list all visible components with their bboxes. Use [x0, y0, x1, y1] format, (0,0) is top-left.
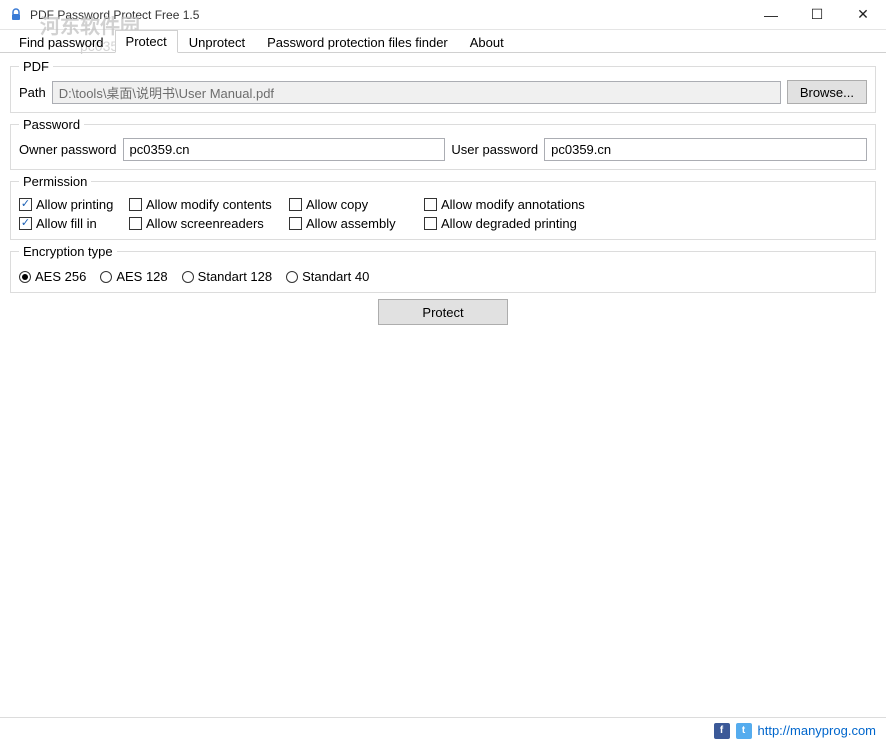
checkbox-allow-modify-annotations[interactable]: Allow modify annotations	[424, 197, 644, 212]
check-icon	[19, 217, 32, 230]
check-icon	[19, 198, 32, 211]
user-password-input[interactable]	[544, 138, 867, 161]
pdf-group: PDF Path Browse...	[10, 59, 876, 113]
checkbox-allow-copy[interactable]: Allow copy	[289, 197, 424, 212]
tab-about[interactable]: About	[459, 31, 515, 53]
permission-group: Permission Allow printing Allow modify c…	[10, 174, 876, 240]
window-title: PDF Password Protect Free 1.5	[30, 8, 748, 22]
radio-aes-256[interactable]: AES 256	[19, 269, 86, 284]
radio-icon	[286, 271, 298, 283]
checkbox-label: Allow modify annotations	[441, 197, 585, 212]
content-area: PDF Path Browse... Password Owner passwo…	[0, 53, 886, 329]
browse-button[interactable]: Browse...	[787, 80, 867, 104]
check-icon	[424, 217, 437, 230]
tab-password-protection-files-finder[interactable]: Password protection files finder	[256, 31, 459, 53]
website-link[interactable]: http://manyprog.com	[758, 723, 877, 738]
maximize-button[interactable]: ☐	[794, 0, 840, 30]
checkbox-allow-screenreaders[interactable]: Allow screenreaders	[129, 216, 289, 231]
checkbox-label: Allow printing	[36, 197, 113, 212]
radio-icon	[100, 271, 112, 283]
password-legend: Password	[19, 117, 84, 132]
minimize-button[interactable]: —	[748, 0, 794, 30]
titlebar: PDF Password Protect Free 1.5 — ☐ ✕	[0, 0, 886, 30]
checkbox-label: Allow copy	[306, 197, 368, 212]
radio-label: AES 128	[116, 269, 167, 284]
check-icon	[289, 217, 302, 230]
checkbox-allow-modify-contents[interactable]: Allow modify contents	[129, 197, 289, 212]
checkbox-label: Allow screenreaders	[146, 216, 264, 231]
check-icon	[424, 198, 437, 211]
radio-label: Standart 40	[302, 269, 369, 284]
radio-aes-128[interactable]: AES 128	[100, 269, 167, 284]
tab-protect[interactable]: Protect	[115, 30, 178, 53]
radio-icon	[182, 271, 194, 283]
permission-legend: Permission	[19, 174, 91, 189]
owner-password-label: Owner password	[19, 142, 117, 157]
checkbox-label: Allow degraded printing	[441, 216, 577, 231]
owner-password-input[interactable]	[123, 138, 446, 161]
pdf-legend: PDF	[19, 59, 53, 74]
checkbox-label: Allow assembly	[306, 216, 396, 231]
checkbox-allow-fill-in[interactable]: Allow fill in	[19, 216, 129, 231]
checkbox-allow-printing[interactable]: Allow printing	[19, 197, 129, 212]
protect-button[interactable]: Protect	[378, 299, 508, 325]
tab-find-password[interactable]: Find password	[8, 31, 115, 53]
path-label: Path	[19, 85, 46, 100]
user-password-label: User password	[451, 142, 538, 157]
radio-label: Standart 128	[198, 269, 272, 284]
tab-unprotect[interactable]: Unprotect	[178, 31, 256, 53]
checkbox-allow-degraded-printing[interactable]: Allow degraded printing	[424, 216, 644, 231]
check-icon	[129, 217, 142, 230]
radio-icon	[19, 271, 31, 283]
window-controls: — ☐ ✕	[748, 0, 886, 30]
path-input[interactable]	[52, 81, 781, 104]
footer: f t http://manyprog.com	[0, 717, 886, 743]
checkbox-label: Allow fill in	[36, 216, 97, 231]
encryption-group: Encryption type AES 256 AES 128 Standart…	[10, 244, 876, 293]
checkbox-allow-assembly[interactable]: Allow assembly	[289, 216, 424, 231]
facebook-icon[interactable]: f	[714, 723, 730, 739]
tabbar: Find password Protect Unprotect Password…	[0, 30, 886, 53]
twitter-icon[interactable]: t	[736, 723, 752, 739]
check-icon	[129, 198, 142, 211]
encryption-legend: Encryption type	[19, 244, 117, 259]
checkbox-label: Allow modify contents	[146, 197, 272, 212]
radio-label: AES 256	[35, 269, 86, 284]
password-group: Password Owner password User password	[10, 117, 876, 170]
check-icon	[289, 198, 302, 211]
close-button[interactable]: ✕	[840, 0, 886, 30]
radio-standart-128[interactable]: Standart 128	[182, 269, 272, 284]
app-icon	[8, 7, 24, 23]
radio-standart-40[interactable]: Standart 40	[286, 269, 369, 284]
